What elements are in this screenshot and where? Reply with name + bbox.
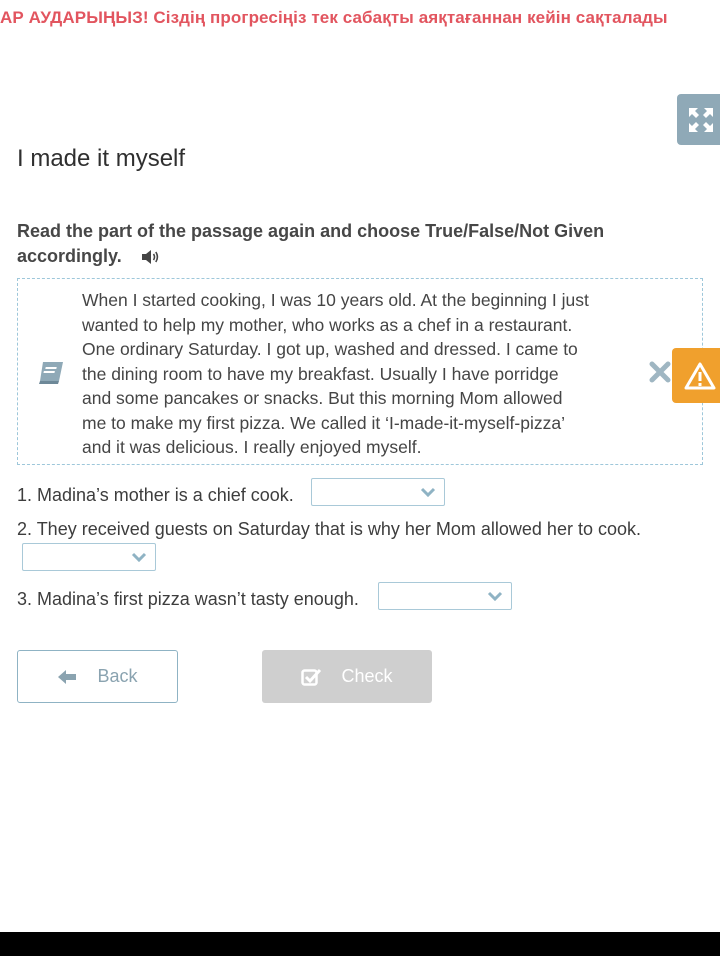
passage-text: When I started cooking, I was 10 years o…	[82, 288, 642, 460]
task-instruction: Read the part of the passage again and c…	[17, 219, 697, 272]
report-problem-button[interactable]	[672, 348, 720, 403]
close-icon[interactable]	[649, 361, 673, 385]
arrow-left-icon	[58, 669, 77, 684]
question-text: 1. Madina’s mother is a chief cook.	[17, 485, 294, 505]
chevron-down-icon	[420, 487, 436, 497]
expand-arrows-icon	[689, 107, 713, 132]
passage-box: When I started cooking, I was 10 years o…	[17, 278, 703, 465]
warning-triangle-icon	[684, 362, 716, 389]
warning-banner: АР АУДАРЫҢЫЗ! Сіздің прогресіңіз тек саб…	[0, 8, 668, 27]
check-label: Check	[341, 666, 393, 686]
passage-line: and some pancakes or snacks. But this mo…	[82, 388, 563, 408]
bottom-bar	[0, 932, 720, 956]
passage-line: wanted to help my mother, who works as a…	[82, 314, 573, 335]
book-icon	[37, 361, 65, 390]
passage-line: One ordinary Saturday. I got up, washed …	[82, 339, 578, 359]
fullscreen-button[interactable]	[677, 94, 720, 145]
chevron-down-icon	[131, 552, 147, 562]
passage-line: and it was delicious. I really enjoyed m…	[82, 437, 422, 457]
passage-line: me to make my first pizza. We called it …	[82, 412, 565, 433]
passage-line: When I started cooking, I was 10 years o…	[82, 290, 589, 310]
instruction-text: Read the part of the passage again and c…	[17, 221, 605, 266]
chevron-down-icon	[487, 591, 503, 601]
speaker-icon[interactable]	[141, 247, 161, 272]
check-button[interactable]: Check	[262, 650, 432, 703]
answer-select-3[interactable]	[378, 582, 512, 610]
answer-select-1[interactable]	[311, 478, 445, 506]
back-button[interactable]: Back	[17, 650, 178, 703]
page-title: I made it myself	[17, 145, 186, 172]
back-label: Back	[97, 666, 138, 686]
question-text: 3. Madina’s first pizza wasn’t tasty eno…	[17, 589, 359, 609]
question-text: 2. They received guests on Saturday that…	[17, 519, 641, 539]
checkbox-check-icon	[301, 668, 322, 686]
answer-select-2[interactable]	[22, 543, 156, 571]
passage-line: the dining room to have my breakfast. Us…	[82, 363, 559, 384]
